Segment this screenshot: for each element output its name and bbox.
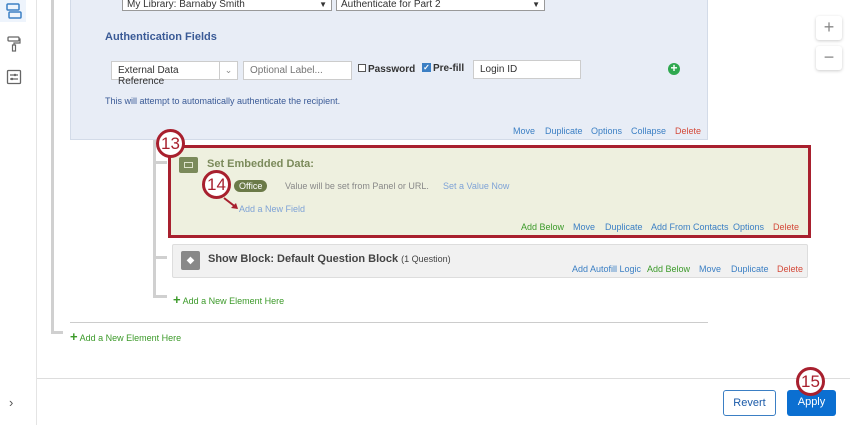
auth-fields-heading: Authentication Fields — [105, 31, 217, 43]
add-element-inner-label: Add a New Element Here — [182, 296, 285, 306]
annotation-13: 13 — [156, 129, 185, 158]
settings-sliders-icon[interactable] — [6, 69, 22, 85]
embedded-move-link[interactable]: Move — [573, 222, 595, 232]
checkbox-icon — [358, 64, 366, 72]
auth-select-value: Authenticate for Part 2 — [341, 0, 441, 10]
add-element-outer-label: Add a New Element Here — [79, 333, 182, 343]
plus-icon: + — [70, 329, 78, 344]
set-value-link[interactable]: Set a Value Now — [443, 181, 509, 191]
checkmark-icon: ✓ — [422, 63, 431, 72]
auth-move-link[interactable]: Move — [513, 126, 535, 136]
password-label: Password — [368, 64, 416, 75]
flow-connector — [51, 331, 63, 334]
annotation-15: 15 — [796, 367, 825, 396]
password-checkbox[interactable]: Password — [358, 64, 415, 75]
chevron-down-icon: ⌄ — [219, 62, 237, 79]
flow-line — [51, 0, 54, 334]
field-type-select[interactable]: External Data Reference ⌄ — [111, 61, 238, 87]
annotation-14: 14 — [202, 170, 231, 199]
embedded-delete-link[interactable]: Delete — [773, 222, 799, 232]
add-element-inner-link[interactable]: + Add a New Element Here — [173, 292, 284, 307]
add-element-outer-link[interactable]: + Add a New Element Here — [70, 329, 181, 344]
embedded-data-icon — [179, 157, 198, 173]
flow-connector — [153, 295, 167, 298]
show-block-title-text: Show Block: Default Question Block — [208, 253, 399, 265]
add-autofill-link[interactable]: Add Autofill Logic — [572, 264, 641, 274]
revert-button[interactable]: Revert — [723, 390, 776, 416]
add-new-field-link[interactable]: Add a New Field — [239, 204, 305, 214]
question-count: (1 Question) — [401, 254, 451, 264]
embedded-add-below-link[interactable]: Add Below — [521, 222, 564, 232]
show-duplicate-link[interactable]: Duplicate — [731, 264, 769, 274]
paint-roller-icon[interactable] — [6, 36, 22, 52]
field-type-value: External Data Reference — [118, 65, 179, 87]
prefill-checkbox[interactable]: ✓ Pre-fill — [422, 63, 464, 74]
library-select[interactable]: My Library: Barnaby Smith ▼ — [122, 0, 332, 11]
survey-flow-icon[interactable] — [6, 3, 22, 19]
auth-duplicate-link[interactable]: Duplicate — [545, 126, 583, 136]
expand-chevron-icon[interactable]: › — [9, 395, 13, 410]
divider — [70, 322, 708, 323]
flow-connector — [153, 161, 167, 164]
show-add-below-link[interactable]: Add Below — [647, 264, 690, 274]
auth-note: This will attempt to automatically authe… — [105, 96, 341, 106]
login-id-input[interactable]: Login ID — [473, 60, 581, 79]
add-field-plus-icon[interactable]: + — [668, 62, 680, 75]
show-delete-link[interactable]: Delete — [777, 264, 803, 274]
embedded-options-link[interactable]: Options — [733, 222, 764, 232]
auth-options-link[interactable]: Options — [591, 126, 622, 136]
show-block-title: Show Block: Default Question Block (1 Qu… — [208, 253, 451, 265]
block-cube-icon: ◆ — [181, 251, 200, 270]
embedded-duplicate-link[interactable]: Duplicate — [605, 222, 643, 232]
library-select-value: My Library: Barnaby Smith — [127, 0, 245, 10]
embedded-title: Set Embedded Data: — [207, 158, 314, 170]
authenticator-block: My Library: Barnaby Smith ▼ Authenticate … — [70, 0, 708, 140]
show-block: ◆ Show Block: Default Question Block (1 … — [172, 244, 808, 278]
field-value-text: Value will be set from Panel or URL. — [285, 181, 429, 191]
left-sidebar: › — [0, 0, 37, 425]
add-from-contacts-link[interactable]: Add From Contacts — [651, 222, 729, 232]
auth-delete-link[interactable]: Delete — [675, 126, 701, 136]
auth-collapse-link[interactable]: Collapse — [631, 126, 666, 136]
flow-connector — [153, 256, 167, 259]
optional-label-input[interactable] — [243, 61, 352, 80]
zoom-in-button[interactable]: + — [816, 16, 842, 40]
prefill-label: Pre-fill — [433, 63, 465, 74]
show-move-link[interactable]: Move — [699, 264, 721, 274]
annotation-arrow-icon — [223, 197, 238, 209]
embedded-data-block: Set Embedded Data: Office Value will be … — [168, 145, 811, 238]
field-name-badge[interactable]: Office — [234, 180, 268, 192]
plus-icon: + — [173, 292, 181, 307]
auth-select[interactable]: Authenticate for Part 2 ▼ — [336, 0, 545, 11]
zoom-out-button[interactable]: − — [816, 46, 842, 70]
